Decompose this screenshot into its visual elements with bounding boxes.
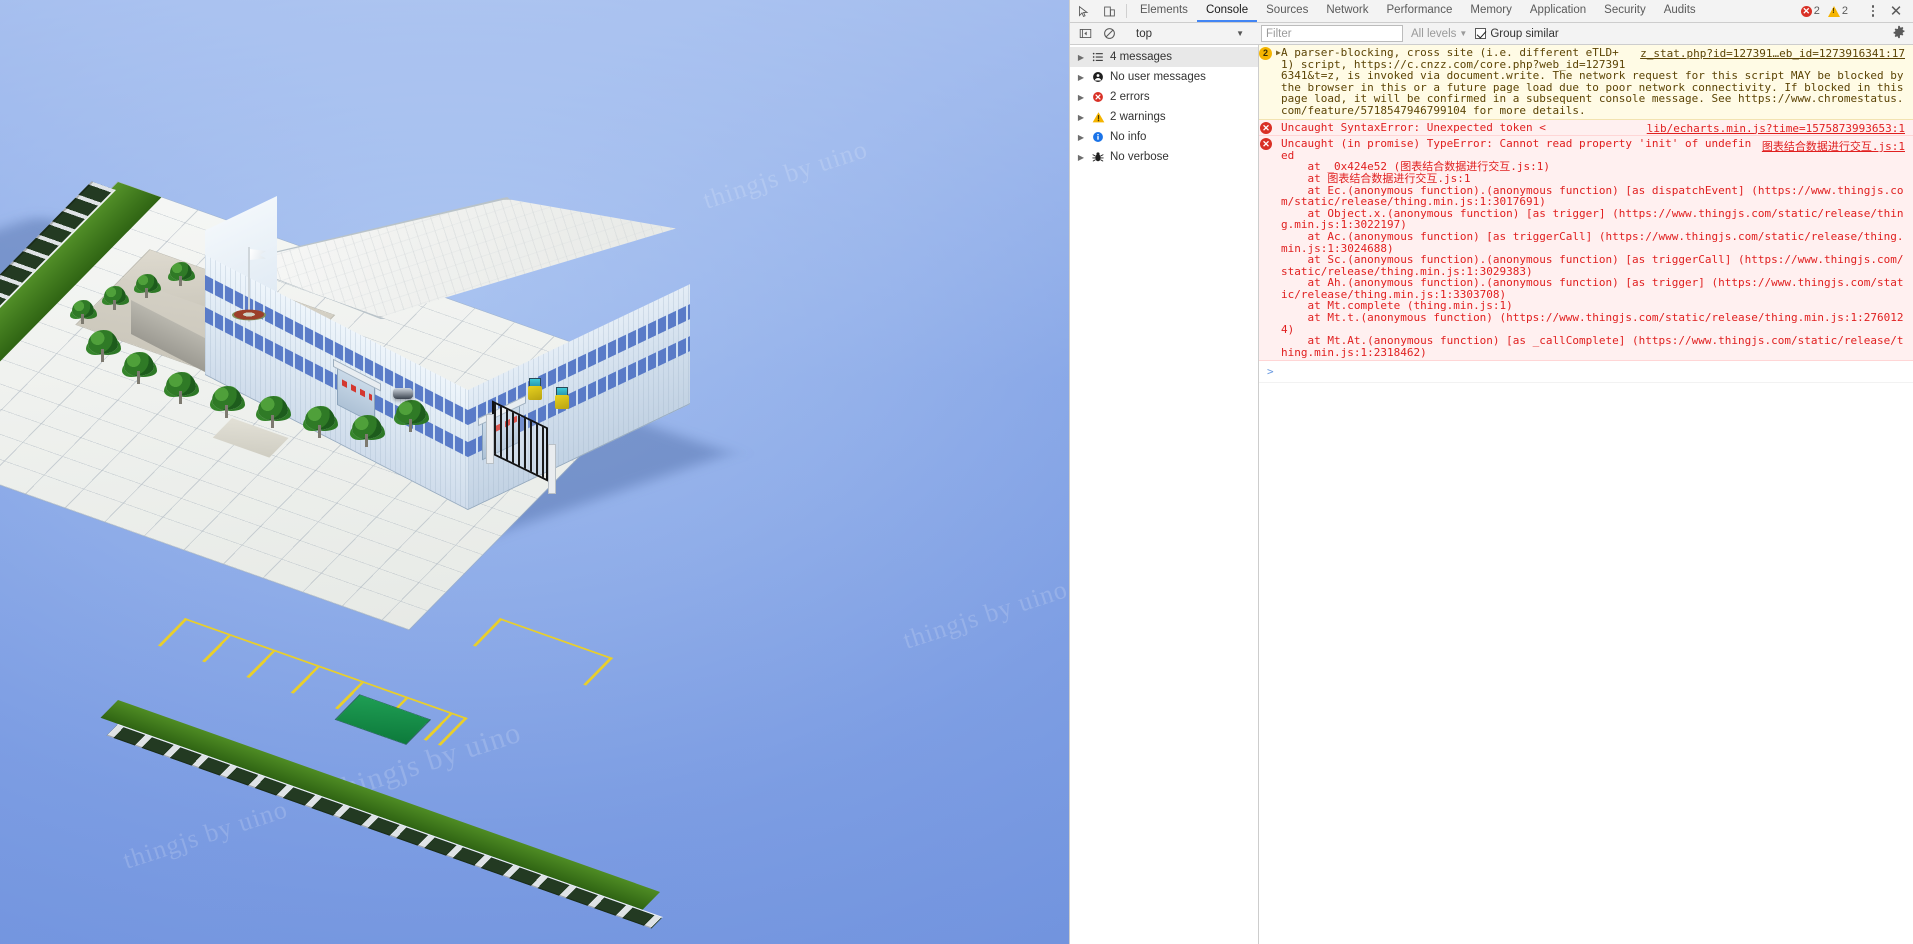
chevron-right-icon[interactable]: ▶ [1074, 133, 1088, 142]
parked-car[interactable] [393, 388, 413, 399]
info-icon [1088, 131, 1108, 143]
gate-post [486, 414, 494, 464]
prompt-caret: > [1267, 365, 1274, 379]
error-count: 2 [1813, 5, 1820, 17]
source-anchor-link[interactable]: z_stat.php?id=127391…eb_id=1273916341:17 [1640, 47, 1905, 60]
sidebar-item-label: No user messages [1110, 71, 1206, 83]
sidebar-item-label: No verbose [1110, 151, 1169, 163]
log-level-label: All levels [1411, 27, 1457, 40]
source-anchor-link[interactable]: 图表结合数据进行交互.js:1 [1762, 138, 1905, 154]
console-message-error[interactable]: ✕ lib/echarts.min.js?time=1575873993653:… [1259, 119, 1913, 137]
sidebar-item-info[interactable]: ▶ No info [1070, 127, 1258, 147]
forklift[interactable] [553, 387, 571, 411]
sidebar-item-label: 4 messages [1110, 51, 1173, 63]
warning-icon [1827, 5, 1840, 17]
console-filter-input[interactable]: Filter [1261, 25, 1403, 42]
group-similar-checkbox[interactable] [1475, 28, 1487, 39]
toolbar-divider [1126, 4, 1127, 18]
tab-audits[interactable]: Audits [1655, 0, 1705, 22]
sidebar-item-warnings[interactable]: ▶ 2 warnings [1070, 107, 1258, 127]
site-plate [0, 0, 1069, 944]
chevron-right-icon[interactable]: ▶ [1074, 73, 1088, 82]
person-icon [1088, 71, 1108, 83]
error-icon: ✕ [1260, 138, 1272, 151]
message-text: Uncaught (in promise) TypeError: Cannot … [1281, 137, 1904, 359]
sidebar-item-label: No info [1110, 131, 1147, 143]
bug-icon [1088, 151, 1108, 163]
sidebar-item-messages[interactable]: ▶ 4 messages [1070, 47, 1258, 67]
more-options-icon[interactable] [1864, 5, 1882, 17]
inspect-element-icon[interactable] [1070, 0, 1096, 22]
console-message-warning[interactable]: 2 ▶ z_stat.php?id=127391…eb_id=127391634… [1259, 45, 1913, 120]
tab-network[interactable]: Network [1317, 0, 1377, 22]
execution-context-selector[interactable]: top ▼ [1130, 25, 1248, 43]
gate-post [548, 444, 556, 494]
error-icon: ✕ [1260, 121, 1272, 134]
chevron-right-icon[interactable]: ▶ [1074, 113, 1088, 122]
source-anchor-link[interactable]: lib/echarts.min.js?time=1575873993653:1 [1647, 122, 1905, 135]
close-devtools-icon[interactable]: ✕ [1884, 0, 1908, 23]
chevron-right-icon[interactable]: ▶ [1074, 93, 1088, 102]
repeat-count-badge: 2 [1259, 47, 1272, 60]
sidebar-item-errors[interactable]: ▶ 2 errors [1070, 87, 1258, 107]
sidebar-item-label: 2 errors [1110, 91, 1150, 103]
console-message-error[interactable]: ✕ 图表结合数据进行交互.js:1 Uncaught (in promise) … [1259, 136, 1913, 362]
toggle-device-toolbar-icon[interactable] [1096, 0, 1122, 22]
chevron-down-icon: ▼ [1236, 29, 1244, 38]
chevron-down-icon: ▼ [1459, 29, 1468, 38]
sidebar-item-verbose[interactable]: ▶ No verbose [1070, 147, 1258, 167]
devtools-tab-strip: Elements Console Sources Network Perform… [1070, 0, 1913, 23]
console-prompt[interactable]: > [1259, 361, 1913, 384]
parking-bays [472, 618, 614, 686]
toggle-console-sidebar-icon[interactable] [1073, 24, 1097, 44]
expand-arrow-icon[interactable]: ▶ [1276, 48, 1281, 57]
clear-console-icon[interactable] [1097, 24, 1121, 44]
group-similar-toggle[interactable]: Group similar [1475, 27, 1559, 40]
console-message-list[interactable]: 2 ▶ z_stat.php?id=127391…eb_id=127391634… [1259, 45, 1913, 944]
error-icon: ✕ [1800, 5, 1812, 17]
devtools-settings-icon[interactable] [1892, 25, 1906, 42]
group-similar-label: Group similar [1490, 27, 1559, 40]
log-level-selector[interactable]: All levels ▼ [1411, 28, 1467, 40]
error-count-badge[interactable]: ✕ 2 [1798, 5, 1823, 17]
error-icon [1088, 91, 1108, 103]
sidebar-item-user-messages[interactable]: ▶ No user messages [1070, 67, 1258, 87]
warning-count-badge[interactable]: 2 [1825, 5, 1851, 17]
sidebar-item-label: 2 warnings [1110, 111, 1166, 123]
fountain[interactable] [232, 309, 266, 321]
tab-memory[interactable]: Memory [1461, 0, 1521, 22]
tab-console[interactable]: Console [1196, 0, 1258, 22]
execution-context-value: top [1136, 27, 1152, 40]
warning-count: 2 [1841, 5, 1848, 17]
tab-elements[interactable]: Elements [1131, 0, 1197, 22]
forklift[interactable] [526, 378, 544, 402]
warning-icon [1088, 111, 1108, 124]
chevron-right-icon[interactable]: ▶ [1074, 153, 1088, 162]
console-toolbar: top ▼ Filter All levels ▼ Group similar [1070, 23, 1913, 45]
devtools-panel: Elements Console Sources Network Perform… [1069, 0, 1913, 944]
list-icon [1088, 51, 1108, 63]
browser-window: thingjs by uino thingjs by uino thingjs … [0, 0, 1913, 944]
devtools-status-area: ✕ 2 2 ✕ [1798, 0, 1913, 22]
three-d-scene-viewport[interactable]: thingjs by uino thingjs by uino thingjs … [0, 0, 1069, 944]
tab-application[interactable]: Application [1521, 0, 1595, 22]
console-sidebar: ▶ 4 messages ▶ No user messages ▶ 2 erro… [1070, 45, 1259, 944]
tab-security[interactable]: Security [1595, 0, 1655, 22]
tab-performance[interactable]: Performance [1378, 0, 1462, 22]
console-body: ▶ 4 messages ▶ No user messages ▶ 2 erro… [1070, 45, 1913, 944]
tab-sources[interactable]: Sources [1257, 0, 1317, 22]
chevron-right-icon[interactable]: ▶ [1074, 53, 1088, 62]
